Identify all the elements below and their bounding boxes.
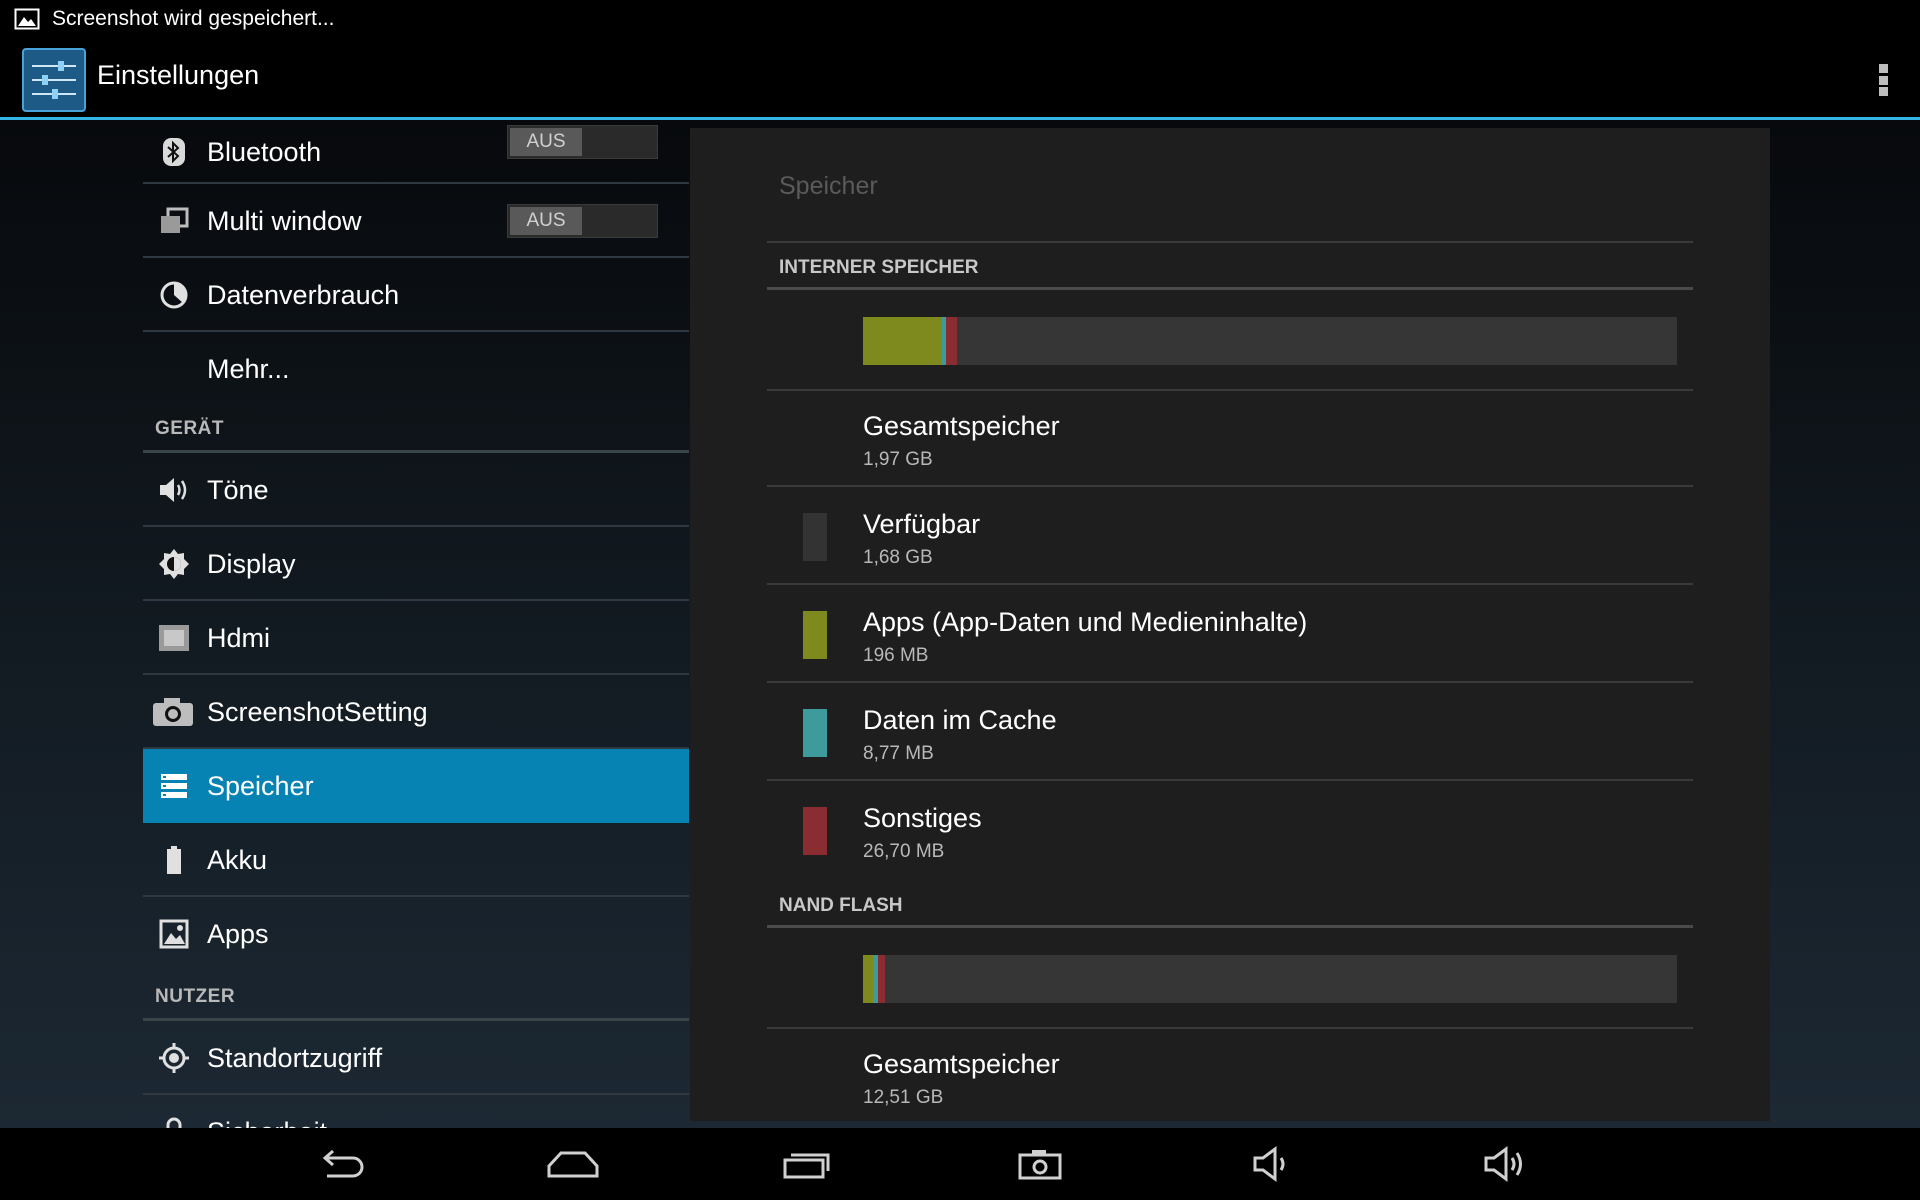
sidebar-item-label: Töne bbox=[207, 474, 269, 505]
sidebar-item-label: Speicher bbox=[207, 770, 314, 801]
storage-item-apps[interactable]: Apps (App-Daten und Medieninhalte) 196 M… bbox=[767, 587, 1693, 683]
bluetooth-toggle[interactable]: AUS bbox=[507, 125, 658, 159]
settings-app-icon[interactable] bbox=[22, 48, 86, 112]
sidebar-item-more[interactable]: Mehr... bbox=[143, 332, 689, 406]
sidebar-item-hdmi[interactable]: Hdmi bbox=[143, 601, 689, 675]
navigation-bar bbox=[0, 1128, 1920, 1200]
sidebar-item-bluetooth[interactable]: Bluetooth AUS bbox=[143, 120, 689, 184]
lock-icon bbox=[157, 1115, 191, 1128]
section-divider bbox=[767, 925, 1693, 928]
screenshot-icon[interactable] bbox=[1010, 1142, 1070, 1186]
divider bbox=[767, 485, 1693, 487]
speaker-icon bbox=[157, 473, 191, 507]
sidebar-item-storage[interactable]: Speicher bbox=[143, 749, 689, 823]
volume-up-icon[interactable] bbox=[1476, 1142, 1536, 1186]
home-icon[interactable] bbox=[543, 1142, 603, 1186]
bluetooth-icon bbox=[157, 135, 191, 169]
title-divider bbox=[767, 241, 1693, 243]
divider bbox=[767, 583, 1693, 585]
sidebar-item-multi-window[interactable]: Multi window AUS bbox=[143, 184, 689, 258]
sidebar-item-label: Multi window bbox=[207, 205, 362, 236]
storage-item-label: Apps (App-Daten und Medieninhalte) bbox=[863, 607, 1308, 637]
storage-item-other[interactable]: Sonstiges 26,70 MB bbox=[767, 783, 1693, 879]
sidebar-item-display[interactable]: Display bbox=[143, 527, 689, 601]
back-icon[interactable] bbox=[310, 1142, 370, 1186]
category-header-device: GERÄT bbox=[155, 418, 224, 439]
storage-item-label: Verfügbar bbox=[863, 509, 981, 539]
storage-item-value: 1,68 GB bbox=[863, 547, 933, 568]
usage-segment-apps bbox=[863, 317, 942, 365]
image-notification-icon bbox=[14, 8, 40, 30]
section-divider bbox=[767, 287, 1693, 290]
hdmi-icon bbox=[157, 621, 191, 655]
sidebar-item-battery[interactable]: Akku bbox=[143, 823, 689, 897]
storage-item-value: 8,77 MB bbox=[863, 743, 934, 764]
storage-item-label: Gesamtspeicher bbox=[863, 1049, 1060, 1079]
status-bar: Screenshot wird gespeichert... bbox=[0, 0, 1920, 38]
storage-item-value: 196 MB bbox=[863, 645, 929, 666]
volume-down-icon[interactable] bbox=[1243, 1142, 1303, 1186]
status-notification-text: Screenshot wird gespeichert... bbox=[52, 7, 335, 30]
sidebar-item-security[interactable]: Sicherheit bbox=[143, 1095, 689, 1128]
toggle-state: AUS bbox=[510, 128, 582, 156]
storage-item-cache[interactable]: Daten im Cache 8,77 MB bbox=[767, 685, 1693, 781]
brightness-icon bbox=[157, 547, 191, 581]
toggle-state: AUS bbox=[510, 207, 582, 235]
multi-window-icon bbox=[157, 204, 191, 238]
storage-item-value: 26,70 MB bbox=[863, 841, 945, 862]
apps-icon bbox=[157, 917, 191, 951]
sidebar-item-label: Akku bbox=[207, 844, 268, 875]
divider bbox=[767, 779, 1693, 781]
storage-item-available[interactable]: Verfügbar 1,68 GB bbox=[767, 489, 1693, 585]
category-header-user: NUTZER bbox=[155, 986, 236, 1007]
color-swatch bbox=[803, 709, 827, 757]
recents-icon[interactable] bbox=[777, 1142, 837, 1186]
nand-usage-bar bbox=[863, 955, 1677, 1003]
sidebar-item-label: ScreenshotSetting bbox=[207, 696, 428, 727]
sidebar-item-label: Datenverbrauch bbox=[207, 279, 400, 310]
usage-segment-other bbox=[878, 955, 885, 1003]
multi-window-toggle[interactable]: AUS bbox=[507, 204, 658, 238]
divider bbox=[767, 681, 1693, 683]
usage-segment-other bbox=[946, 317, 957, 365]
sidebar-item-apps[interactable]: Apps bbox=[143, 897, 689, 971]
panel-title: Speicher bbox=[779, 172, 878, 200]
location-icon bbox=[157, 1041, 191, 1075]
battery-icon bbox=[157, 843, 191, 877]
data-usage-icon bbox=[157, 278, 191, 312]
storage-icon bbox=[157, 769, 191, 803]
storage-item-label: Sonstiges bbox=[863, 803, 982, 833]
sidebar-item-data-usage[interactable]: Datenverbrauch bbox=[143, 258, 689, 332]
section-header-nand: NAND FLASH bbox=[779, 895, 903, 916]
storage-item-label: Gesamtspeicher bbox=[863, 411, 1060, 441]
sidebar-item-label: Standortzugriff bbox=[207, 1042, 383, 1073]
storage-item-total[interactable]: Gesamtspeicher 1,97 GB bbox=[767, 391, 1693, 487]
section-header-internal: INTERNER SPEICHER bbox=[779, 257, 979, 278]
sidebar-item-location-access[interactable]: Standortzugriff bbox=[143, 1021, 689, 1095]
sidebar-item-label: Hdmi bbox=[207, 622, 271, 653]
color-swatch bbox=[803, 611, 827, 659]
camera-icon bbox=[151, 695, 195, 729]
storage-item-value: 1,97 GB bbox=[863, 449, 933, 470]
sidebar-item-label: Apps bbox=[207, 918, 269, 949]
app-title: Einstellungen bbox=[97, 60, 260, 90]
settings-list[interactable]: Bluetooth AUS Multi window AUS Datenverb… bbox=[143, 120, 689, 1128]
sidebar-item-label: Sicherheit bbox=[207, 1117, 327, 1129]
storage-item-value: 12,51 GB bbox=[863, 1087, 944, 1108]
sidebar-item-label: Bluetooth bbox=[207, 136, 322, 167]
overflow-menu-icon[interactable] bbox=[1868, 60, 1898, 100]
action-bar: Einstellungen bbox=[0, 38, 1920, 120]
storage-item-label: Daten im Cache bbox=[863, 705, 1057, 735]
sidebar-item-screenshot-setting[interactable]: ScreenshotSetting bbox=[143, 675, 689, 749]
storage-item-nand-total[interactable]: Gesamtspeicher 12,51 GB bbox=[767, 1029, 1693, 1121]
internal-usage-bar bbox=[863, 317, 1677, 365]
sidebar-item-sounds[interactable]: Töne bbox=[143, 453, 689, 527]
color-swatch bbox=[803, 807, 827, 855]
usage-segment-apps bbox=[863, 955, 873, 1003]
storage-panel[interactable]: Speicher INTERNER SPEICHER Gesamtspeiche… bbox=[690, 128, 1770, 1121]
sidebar-item-label: Display bbox=[207, 548, 296, 579]
sidebar-item-label: Mehr... bbox=[207, 353, 290, 384]
content-area: Bluetooth AUS Multi window AUS Datenverb… bbox=[0, 120, 1920, 1128]
color-swatch bbox=[803, 513, 827, 561]
